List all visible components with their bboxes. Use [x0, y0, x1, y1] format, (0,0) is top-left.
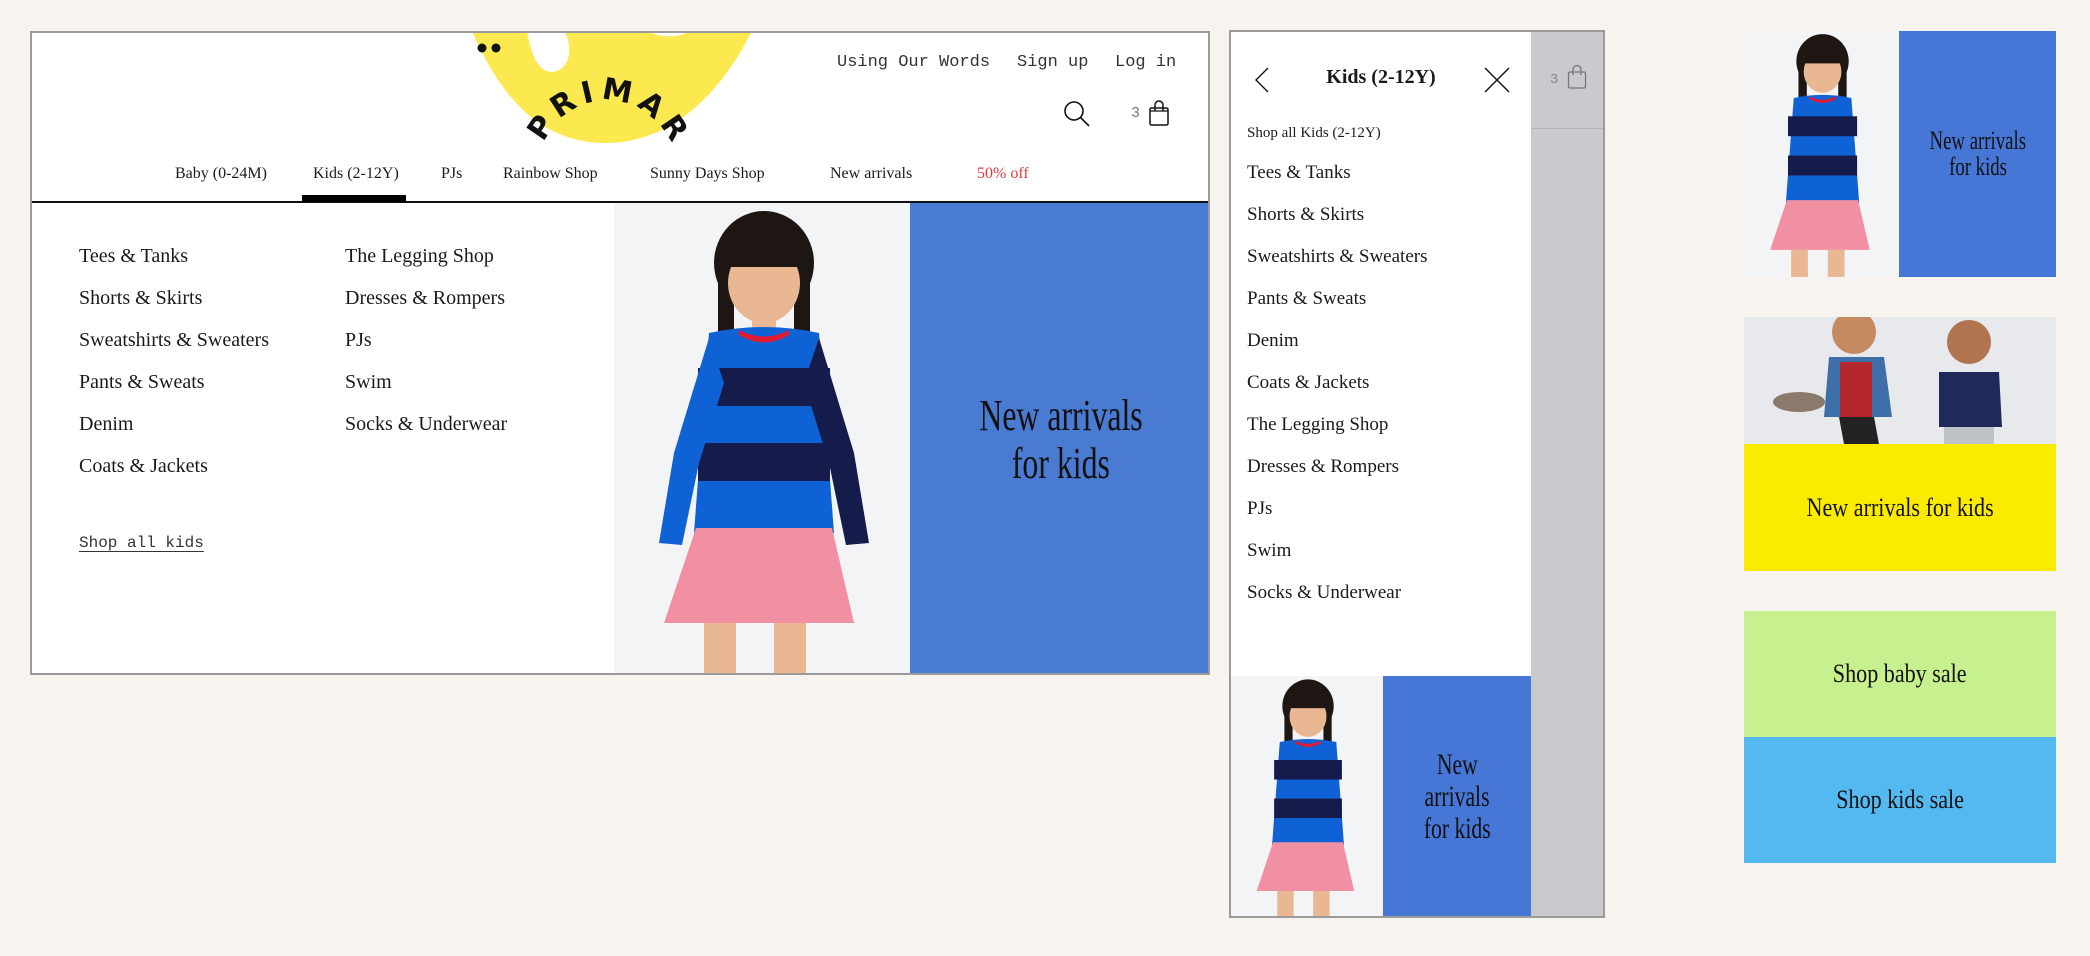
girl-striped-sweater-image [1256, 679, 1355, 916]
site-header: PRIMARY Using Our Words Sign up Log in 3… [32, 33, 1208, 203]
promo-text: New arrivals for kids [1423, 748, 1491, 845]
nav-kids[interactable]: Kids (2-12Y) [313, 165, 399, 183]
primary-logo[interactable]: PRIMARY [432, 31, 802, 181]
mega-link-denim[interactable]: Denim [79, 413, 133, 436]
desktop-mega-menu-panel: PRIMARY Using Our Words Sign up Log in 3… [30, 31, 1210, 675]
kids-model-photo [1744, 31, 1899, 277]
search-icon[interactable] [1062, 99, 1092, 129]
nav-sunny-days-shop[interactable]: Sunny Days Shop [650, 165, 765, 183]
shop-baby-sale-card[interactable]: Shop baby sale [1744, 611, 2056, 737]
boys-jumping-image [1773, 317, 2002, 444]
two-boys-photo [1744, 317, 2056, 444]
drawer-link[interactable]: Shorts & Skirts [1247, 204, 1364, 226]
nav-50-off[interactable]: 50% off [977, 165, 1029, 183]
nav-baby[interactable]: Baby (0-24M) [175, 165, 267, 183]
shop-all-kids-link[interactable]: Shop all Kids (2-12Y) [1247, 125, 1381, 142]
drawer-link[interactable]: PJs [1247, 498, 1272, 520]
mega-link-swim[interactable]: Swim [345, 371, 392, 394]
shop-kids-sale-card[interactable]: Shop kids sale [1744, 737, 2056, 863]
new-arrivals-promo[interactable]: New arrivals for kids [910, 203, 1208, 673]
mega-link-coats-jackets[interactable]: Coats & Jackets [79, 455, 208, 478]
girl-striped-sweater-image [1770, 34, 1870, 277]
promo-text: New arrivals for kids [979, 391, 1143, 488]
logo-eye [491, 43, 501, 53]
shopping-bag-icon[interactable] [1148, 99, 1170, 127]
overlay-divider [1531, 128, 1603, 129]
promo-label: New arrivals for kids [1744, 444, 2056, 571]
using-our-words-link[interactable]: Using Our Words [837, 53, 990, 72]
mega-link-tees-tanks[interactable]: Tees & Tanks [79, 245, 188, 268]
drawer-link[interactable]: Coats & Jackets [1247, 372, 1369, 394]
mega-link-pjs[interactable]: PJs [345, 329, 372, 352]
new-arrivals-promo[interactable]: New arrivals for kids [1383, 676, 1531, 916]
drawer-link[interactable]: Sweatshirts & Sweaters [1247, 246, 1427, 268]
promo-label: Shop kids sale [1836, 785, 1964, 814]
promo-card-new-arrivals-yellow[interactable]: New arrivals for kids [1744, 317, 2056, 571]
mega-link-pants-sweats[interactable]: Pants & Sweats [79, 371, 205, 394]
active-nav-indicator [302, 195, 406, 202]
mega-link-shorts-skirts[interactable]: Shorts & Skirts [79, 287, 202, 310]
mobile-drawer: Kids (2-12Y) Shop all Kids (2-12Y) Tees … [1231, 32, 1531, 916]
sign-up-link[interactable]: Sign up [1017, 53, 1088, 72]
nav-rainbow-shop[interactable]: Rainbow Shop [503, 165, 598, 183]
overlay-cart-count: 3 [1550, 72, 1559, 88]
cart-count: 3 [1131, 105, 1141, 122]
nav-pjs[interactable]: PJs [441, 165, 462, 183]
kids-model-photo[interactable] [1231, 676, 1383, 916]
drawer-link[interactable]: Pants & Sweats [1247, 288, 1366, 310]
drawer-link[interactable]: Swim [1247, 540, 1291, 562]
promo-label: Shop baby sale [1833, 659, 1967, 688]
kids-model-photo[interactable] [614, 203, 910, 673]
close-icon[interactable] [1484, 67, 1510, 93]
drawer-link[interactable]: Dresses & Rompers [1247, 456, 1399, 478]
log-in-link[interactable]: Log in [1115, 53, 1176, 72]
mega-link-socks-underwear[interactable]: Socks & Underwear [345, 413, 507, 436]
logo-eye [477, 43, 487, 53]
promo-card-new-arrivals-blue[interactable]: New arrivals for kids [1744, 31, 2056, 277]
mega-link-dresses-rompers[interactable]: Dresses & Rompers [345, 287, 505, 310]
mobile-menu-panel: 3 Kids (2-12Y) Shop all Kids (2-12Y) Tee… [1229, 30, 1605, 918]
promo-label: New arrivals for kids [1899, 31, 2056, 277]
mega-link-sweatshirts-sweaters[interactable]: Sweatshirts & Sweaters [79, 329, 269, 352]
girl-striped-sweater-image [659, 211, 869, 673]
shopping-bag-icon[interactable] [1567, 64, 1587, 90]
drawer-link[interactable]: Tees & Tanks [1247, 162, 1351, 184]
mega-menu: Tees & Tanks Shorts & Skirts Sweatshirts… [32, 203, 1208, 673]
shop-all-kids-link[interactable]: Shop all kids [79, 534, 204, 552]
drawer-link[interactable]: Socks & Underwear [1247, 582, 1401, 604]
mega-link-legging-shop[interactable]: The Legging Shop [345, 245, 494, 268]
drawer-link[interactable]: The Legging Shop [1247, 414, 1388, 436]
drawer-link[interactable]: Denim [1247, 330, 1299, 352]
nav-new-arrivals[interactable]: New arrivals [830, 165, 912, 183]
